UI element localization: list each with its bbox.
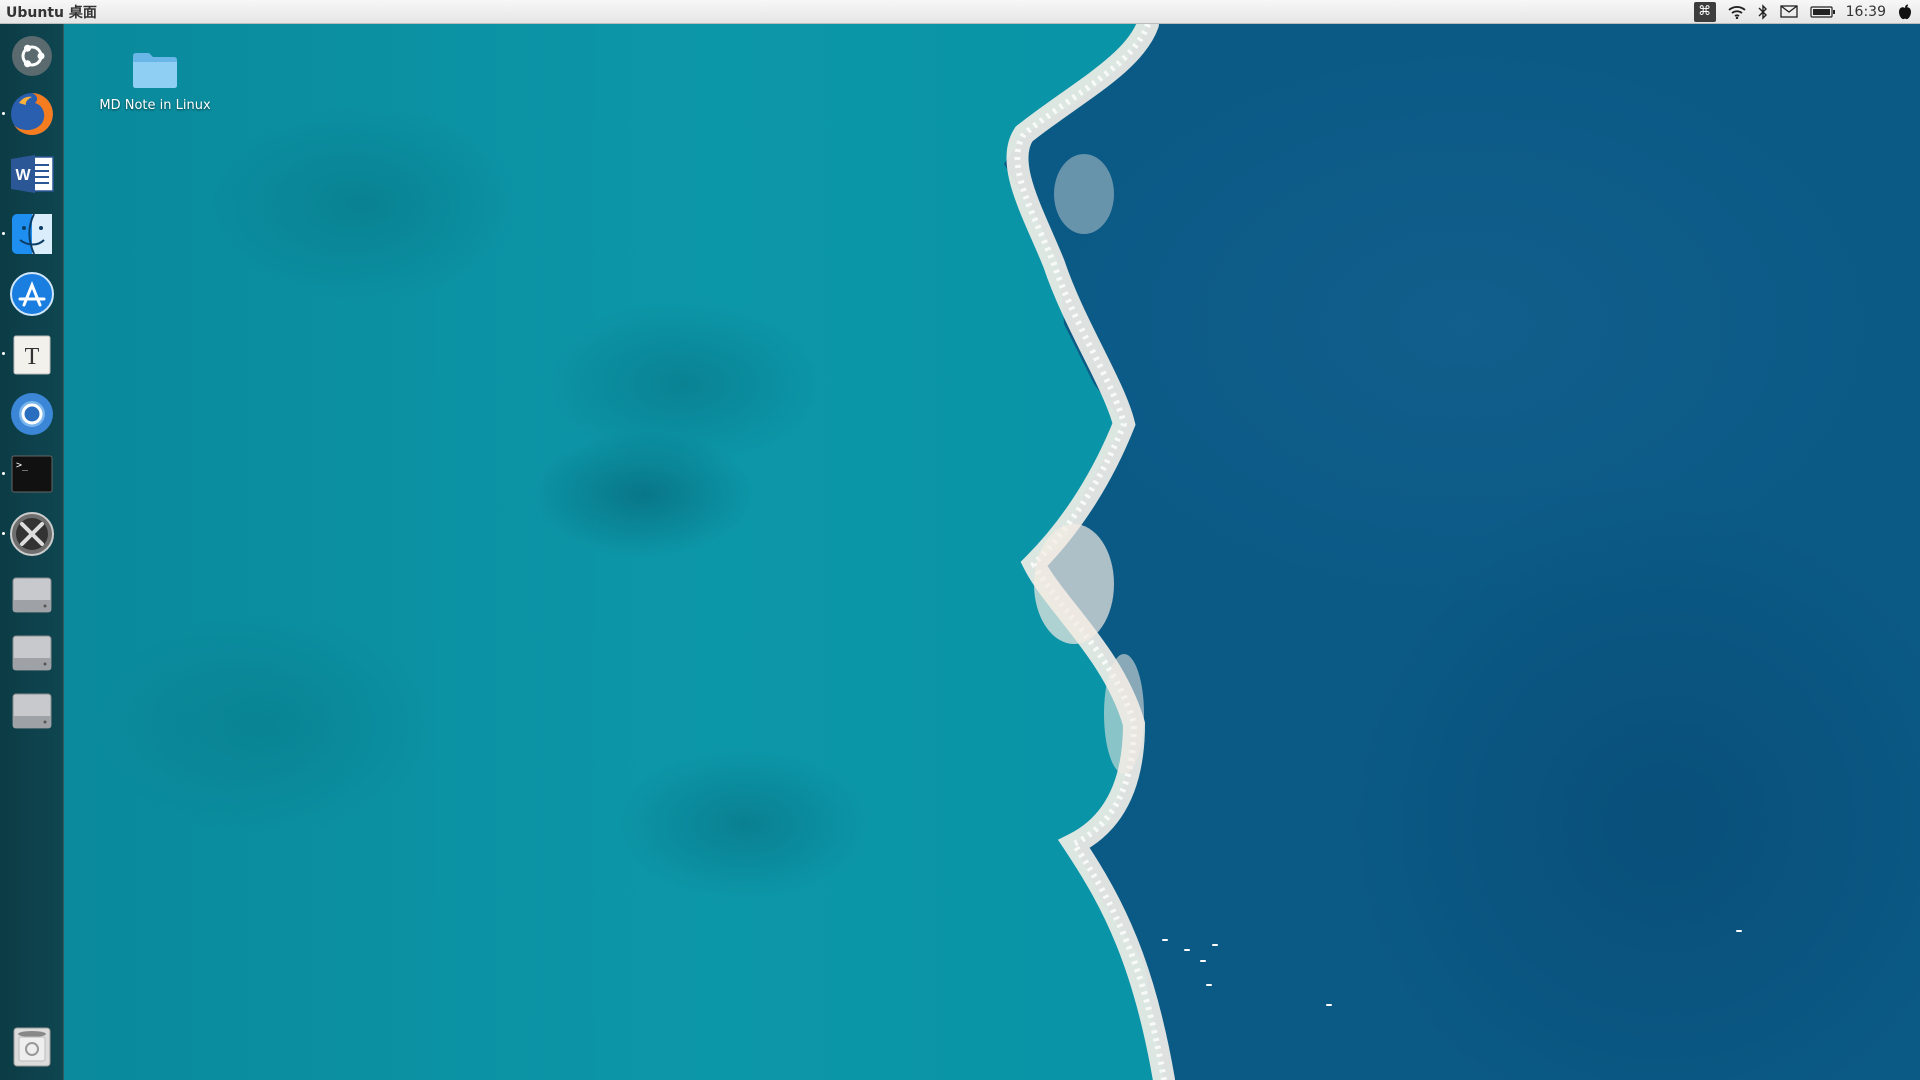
folder-icon bbox=[133, 53, 177, 88]
wifi-icon[interactable] bbox=[1728, 0, 1746, 24]
text-editor-icon: T bbox=[13, 335, 51, 375]
terminal-icon: >_ bbox=[11, 455, 53, 493]
app-store-icon bbox=[10, 272, 54, 316]
trash-icon bbox=[13, 1027, 51, 1067]
boat bbox=[1184, 949, 1190, 951]
command-icon[interactable]: ⌘ bbox=[1693, 1, 1716, 22]
word-icon: W bbox=[11, 155, 54, 193]
svg-text:W: W bbox=[15, 167, 31, 184]
launcher-item-trash[interactable] bbox=[8, 1022, 56, 1070]
finder-icon bbox=[12, 213, 52, 255]
launcher-item-text-editor[interactable]: T bbox=[8, 330, 56, 378]
mail-icon[interactable] bbox=[1779, 0, 1798, 24]
boat bbox=[1200, 960, 1206, 962]
running-indicator bbox=[2, 532, 5, 535]
boat bbox=[1326, 1004, 1332, 1006]
running-indicator bbox=[2, 472, 5, 475]
firefox-icon bbox=[11, 93, 53, 135]
boat bbox=[1212, 944, 1218, 946]
running-indicator bbox=[2, 112, 5, 115]
boat bbox=[1736, 930, 1742, 932]
chromium-icon bbox=[11, 393, 53, 435]
launcher-item-system-settings[interactable] bbox=[8, 510, 56, 558]
launcher-item-drive-2[interactable] bbox=[8, 628, 56, 676]
launcher-item-word[interactable]: W bbox=[8, 150, 56, 198]
boat bbox=[1162, 939, 1168, 941]
indicator-area: ⌘ 16:39 bbox=[1682, 0, 1920, 24]
launcher-item-terminal[interactable]: >_ bbox=[8, 450, 56, 498]
running-indicator bbox=[2, 352, 5, 355]
launcher-item-app-store[interactable] bbox=[8, 270, 56, 318]
hard-drive-icon bbox=[12, 693, 52, 729]
desktop-wallpaper[interactable] bbox=[64, 24, 1920, 1080]
svg-text:T: T bbox=[25, 344, 40, 370]
boat bbox=[1206, 984, 1212, 986]
launcher-item-drive-1[interactable] bbox=[8, 570, 56, 618]
launcher-item-finder[interactable] bbox=[8, 210, 56, 258]
apple-icon[interactable] bbox=[1898, 0, 1912, 24]
running-indicator bbox=[2, 232, 5, 235]
panel-title[interactable]: Ubuntu 桌面 bbox=[0, 2, 97, 22]
launcher-item-drive-3[interactable] bbox=[8, 686, 56, 734]
launcher-item-ubuntu-dash[interactable] bbox=[8, 32, 56, 80]
launcher-item-firefox[interactable] bbox=[8, 90, 56, 138]
surf-foam bbox=[1006, 24, 1175, 1080]
hard-drive-icon bbox=[12, 577, 52, 613]
launcher: W T >_ bbox=[0, 24, 64, 1080]
hard-drive-icon bbox=[12, 635, 52, 671]
ubuntu-logo-icon bbox=[12, 36, 52, 76]
desktop-folder-md-note[interactable]: MD Note in Linux bbox=[90, 50, 220, 113]
clock[interactable]: 16:39 bbox=[1846, 4, 1886, 20]
desktop-icon-label: MD Note in Linux bbox=[99, 98, 211, 113]
bluetooth-icon[interactable] bbox=[1758, 0, 1768, 24]
top-panel: Ubuntu 桌面 ⌘ 16:39 bbox=[0, 0, 1920, 24]
system-settings-icon bbox=[10, 512, 54, 556]
launcher-item-chromium[interactable] bbox=[8, 390, 56, 438]
svg-text:>_: >_ bbox=[16, 460, 29, 471]
battery-icon[interactable] bbox=[1810, 0, 1836, 24]
